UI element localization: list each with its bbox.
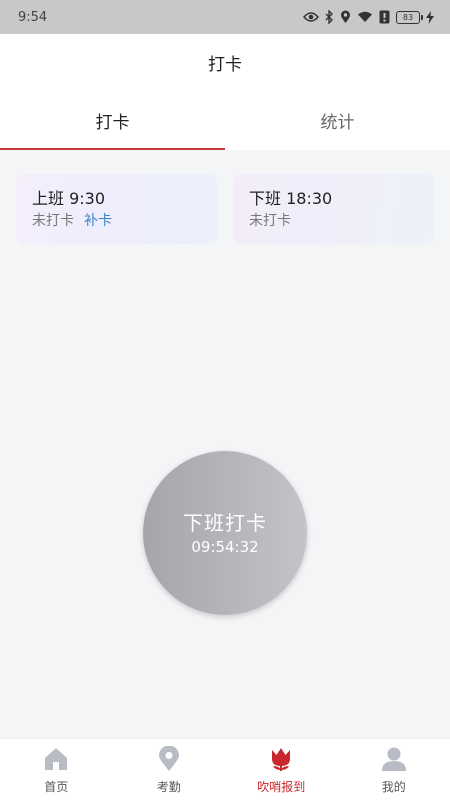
bluetooth-icon bbox=[325, 10, 334, 24]
nav-label: 我的 bbox=[381, 780, 406, 794]
status-bar: 9:54 83 bbox=[0, 0, 450, 34]
nav-label: 考勤 bbox=[156, 780, 181, 794]
user-icon bbox=[381, 746, 407, 772]
status-icons: 83 bbox=[303, 10, 434, 24]
page-title: 打卡 bbox=[208, 54, 242, 75]
punch-clock: 09:54:32 bbox=[191, 538, 259, 556]
location-pin-icon bbox=[156, 746, 182, 772]
tab-bar: 打卡 统计 bbox=[0, 90, 450, 150]
wifi-icon bbox=[357, 11, 373, 23]
nav-whistle-report[interactable]: 吹哨报到 bbox=[225, 739, 338, 800]
shift-status-row: 未打卡 补卡 bbox=[32, 212, 201, 230]
battery-icon: 83 bbox=[396, 10, 423, 24]
tulip-icon bbox=[268, 746, 294, 772]
punch-label: 下班打卡 bbox=[183, 511, 267, 535]
app-header: 打卡 bbox=[0, 34, 450, 90]
tab-punch[interactable]: 打卡 bbox=[0, 90, 225, 150]
punch-button[interactable]: 下班打卡 09:54:32 bbox=[143, 451, 307, 615]
shift-card-clock-out: 下班 18:30 未打卡 bbox=[233, 174, 434, 244]
nav-attendance[interactable]: 考勤 bbox=[113, 739, 226, 800]
status-time: 9:54 bbox=[18, 9, 48, 25]
home-icon bbox=[43, 746, 69, 772]
shift-status: 未打卡 bbox=[32, 213, 74, 229]
nav-label: 吹哨报到 bbox=[257, 780, 306, 794]
nav-profile[interactable]: 我的 bbox=[338, 739, 450, 800]
alert-icon bbox=[379, 10, 390, 24]
makeup-punch-link[interactable]: 补卡 bbox=[84, 212, 112, 230]
location-icon bbox=[340, 10, 351, 24]
nav-label: 首页 bbox=[44, 780, 69, 794]
nav-home[interactable]: 首页 bbox=[0, 739, 113, 800]
tab-statistics[interactable]: 统计 bbox=[225, 90, 450, 150]
bottom-nav: 首页 考勤 吹哨报到 我的 bbox=[0, 738, 450, 800]
shift-title: 下班 18:30 bbox=[249, 189, 333, 208]
shift-status: 未打卡 bbox=[249, 213, 291, 229]
shift-card-clock-in: 上班 9:30 未打卡 补卡 bbox=[16, 174, 217, 244]
charging-icon bbox=[426, 10, 434, 24]
shift-title: 上班 9:30 bbox=[32, 189, 106, 208]
shift-status-row: 未打卡 bbox=[249, 212, 418, 230]
screen: 9:54 83 打卡 打卡 统计 上班 9:30 未打卡 补卡 下班 18:30… bbox=[0, 0, 450, 800]
eye-icon bbox=[303, 11, 319, 23]
